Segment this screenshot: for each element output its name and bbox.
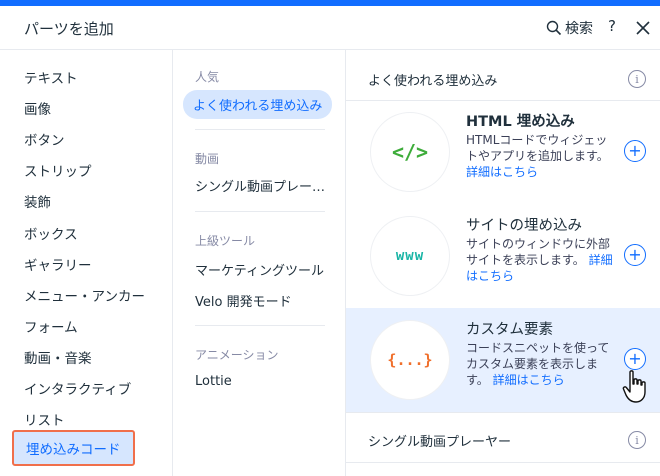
add-button[interactable]: + (624, 140, 646, 162)
close-button[interactable] (636, 15, 650, 39)
column-divider (172, 50, 173, 476)
subcategory-divider (195, 129, 325, 130)
subcategory-heading: 動画 (195, 152, 220, 166)
help-button[interactable]: ? (608, 17, 616, 35)
subcategory-item[interactable]: シングル動画プレーヤー (195, 176, 331, 195)
subcategory-item[interactable]: Lottie (195, 374, 232, 389)
category-item[interactable]: ボタン (24, 129, 65, 149)
html-embed-card[interactable]: </> HTML 埋め込み HTMLコードでウィジェットやアプリを追加します。 … (346, 100, 660, 204)
category-item[interactable]: フォーム (24, 316, 78, 336)
card-title: HTML 埋め込み (466, 114, 575, 130)
category-item[interactable]: 装飾 (24, 191, 51, 211)
category-item[interactable]: ギャラリー (24, 254, 92, 274)
learn-more-link[interactable]: 詳細はこちら (493, 373, 565, 387)
category-item[interactable]: メニュー・アンカー (24, 285, 145, 305)
card-description: サイトのウィンドウに外部サイトを表示します。 詳細はこちら (466, 237, 613, 283)
subcategory-divider (195, 325, 325, 326)
card-description: コードスニペットを使ってカスタム要素を表示します。 詳細はこちら (466, 341, 610, 387)
info-icon[interactable]: i (628, 70, 646, 88)
code-icon: </> (370, 112, 450, 192)
braces-icon: {...} (370, 320, 450, 400)
add-button[interactable]: + (624, 348, 646, 370)
search-label: 検索 (565, 21, 593, 37)
section-divider (346, 462, 660, 463)
card-title: カスタム要素 (466, 322, 553, 338)
subcategory-item[interactable]: マーケティングツール (195, 260, 324, 279)
custom-element-card[interactable]: {...} カスタム要素 コードスニペットを使ってカスタム要素を表示します。 詳… (346, 308, 660, 412)
www-icon: www (370, 216, 450, 296)
section-title: よく使われる埋め込み (368, 74, 498, 89)
site-embed-card[interactable]: www サイトの埋め込み サイトのウィンドウに外部サイトを表示します。 詳細はこ… (346, 204, 660, 308)
info-icon[interactable]: i (628, 431, 646, 449)
search-icon (546, 20, 562, 36)
card-title: サイトの埋め込み (466, 218, 582, 234)
section-divider (346, 412, 660, 413)
category-item[interactable]: ストリップ (24, 160, 92, 180)
hand-cursor-icon (622, 370, 646, 403)
category-item[interactable]: 画像 (24, 98, 51, 118)
category-item[interactable]: インタラクティブ (24, 378, 131, 398)
subcategory-divider (195, 211, 325, 212)
add-button[interactable]: + (624, 244, 646, 266)
category-item[interactable]: リスト (24, 409, 65, 429)
close-icon (636, 21, 650, 35)
subcategory-item[interactable]: Velo 開発モード (195, 291, 292, 310)
panel-header: パーツを追加 検索 ? (0, 6, 660, 50)
panel-title: パーツを追加 (24, 20, 114, 38)
category-item[interactable]: ボックス (24, 223, 78, 243)
category-item-embed-code[interactable]: 埋め込みコード (12, 430, 135, 466)
embeds-panel: よく使われる埋め込み i </> HTML 埋め込み HTMLコードでウィジェッ… (346, 50, 660, 476)
subcategory-item-popular-embeds[interactable]: よく使われる埋め込み (183, 90, 333, 119)
subcategory-heading: 人気 (195, 70, 220, 84)
card-description: HTMLコードでウィジェットやアプリを追加します。 詳細はこちら (466, 133, 609, 179)
search-button[interactable]: 検索 (546, 18, 593, 38)
category-item[interactable]: 動画・音楽 (24, 347, 92, 367)
category-item[interactable]: テキスト (24, 67, 78, 87)
section-title: シングル動画プレーヤー (368, 435, 512, 450)
subcategory-heading: 上級ツール (195, 234, 256, 248)
subcategory-heading: アニメーション (195, 348, 279, 362)
learn-more-link[interactable]: 詳細はこちら (466, 165, 538, 179)
